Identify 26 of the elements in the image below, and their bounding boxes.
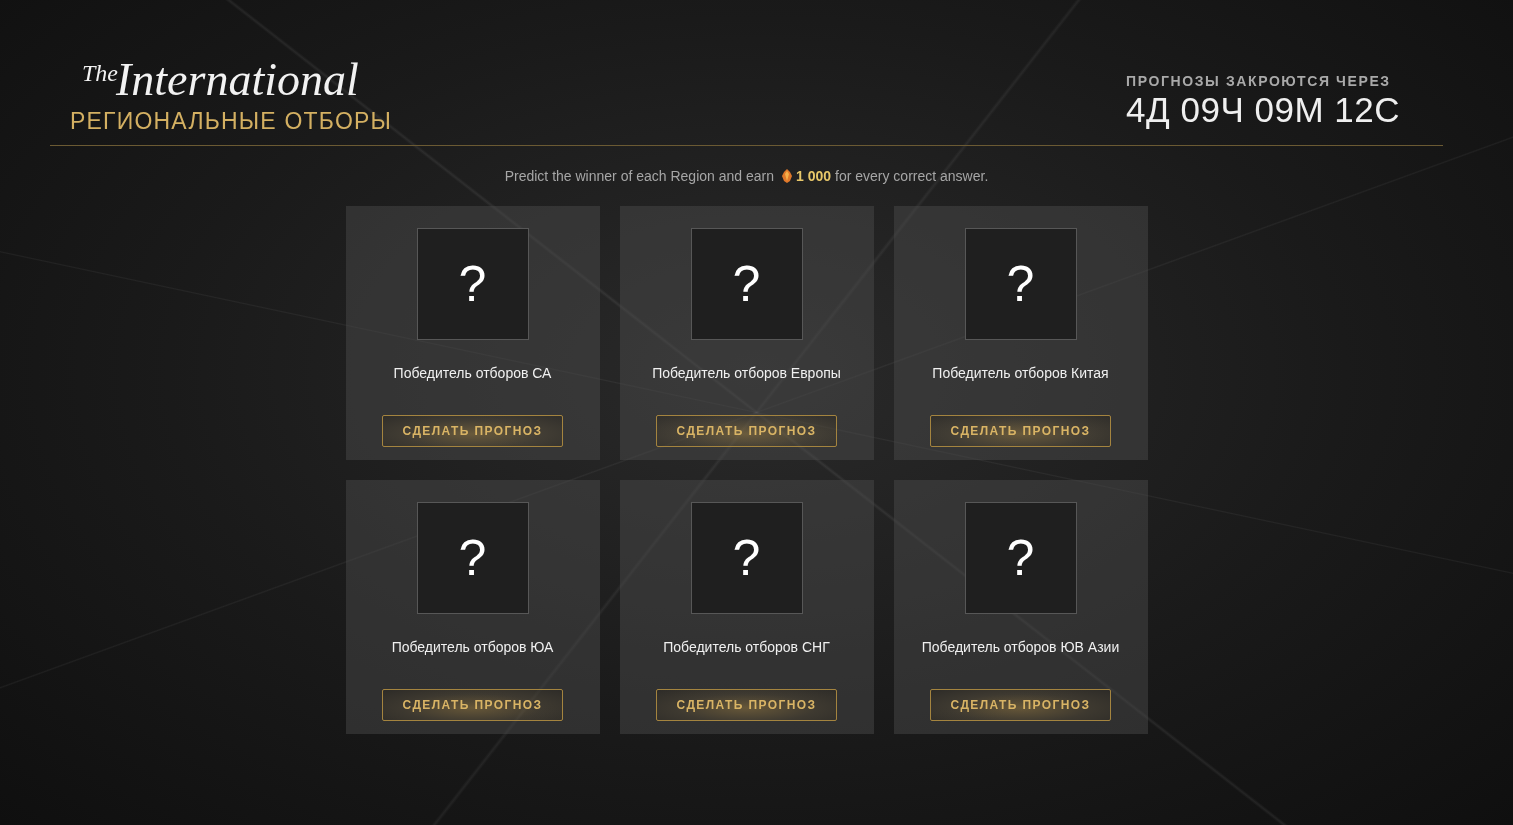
reward-amount: 1 000 bbox=[795, 167, 831, 186]
countdown-timer: 4Д 09Ч 09М 12С bbox=[1126, 90, 1400, 130]
unknown-team-slot: ? bbox=[690, 502, 803, 614]
region-title: Победитель отборов СНГ bbox=[663, 638, 830, 656]
countdown-label: ПРОГНОЗЫ ЗАКРОЮТСЯ ЧЕРЕЗ bbox=[1126, 72, 1392, 90]
predict-button[interactable]: СДЕЛАТЬ ПРОГНОЗ bbox=[656, 689, 837, 721]
predict-button[interactable]: СДЕЛАТЬ ПРОГНОЗ bbox=[656, 415, 837, 447]
logo-text: $^{The}$International bbox=[81, 53, 360, 103]
coin-icon bbox=[781, 169, 792, 183]
unknown-team-slot: ? bbox=[964, 502, 1077, 614]
unknown-team-slot: ? bbox=[964, 228, 1077, 340]
region-title: Победитель отборов Европы bbox=[652, 364, 841, 382]
intro-text: for every correct answer. bbox=[835, 167, 989, 186]
predict-button[interactable]: СДЕЛАТЬ ПРОГНОЗ bbox=[382, 415, 563, 447]
region-title: Победитель отборов ЮВ Азии bbox=[921, 638, 1120, 656]
region-title: Победитель отборов СА bbox=[393, 364, 552, 382]
predict-button[interactable]: СДЕЛАТЬ ПРОГНОЗ bbox=[930, 689, 1111, 721]
intro-text: Predict the winner of each Region and earn bbox=[504, 167, 774, 186]
unknown-team-slot: ? bbox=[416, 228, 529, 340]
predict-button[interactable]: СДЕЛАТЬ ПРОГНОЗ bbox=[930, 415, 1111, 447]
page-subtitle: РЕГИОНАЛЬНЫЕ ОТБОРЫ bbox=[70, 107, 393, 135]
unknown-team-slot: ? bbox=[416, 502, 529, 614]
unknown-team-slot: ? bbox=[690, 228, 803, 340]
region-title: Победитель отборов Китая bbox=[932, 364, 1109, 382]
region-title: Победитель отборов ЮА bbox=[391, 638, 554, 656]
predict-button[interactable]: СДЕЛАТЬ ПРОГНОЗ bbox=[382, 689, 563, 721]
